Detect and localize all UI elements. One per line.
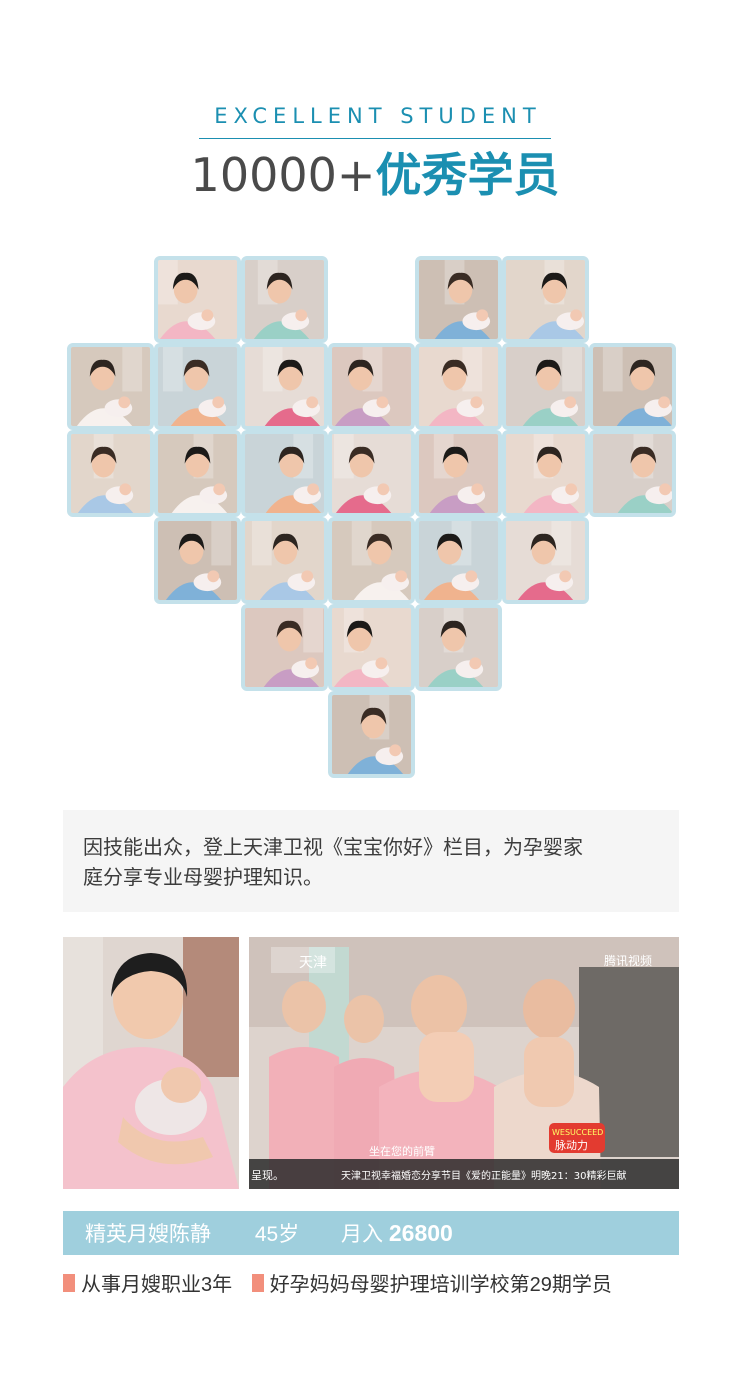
student-portrait-photo xyxy=(63,937,239,1189)
income-value: 26800 xyxy=(388,1220,453,1246)
student-photo-tile xyxy=(241,430,328,517)
student-photo-tile xyxy=(589,430,676,517)
student-name: 精英月嫂陈静 xyxy=(85,1223,211,1246)
student-photo-tile xyxy=(67,430,154,517)
video-watermark: 腾讯视频 xyxy=(604,953,652,968)
student-photo-tile xyxy=(154,343,241,430)
student-photo-tile xyxy=(415,604,502,691)
student-income: 月入 26800 xyxy=(341,1211,453,1257)
income-label: 月入 xyxy=(341,1223,384,1246)
tag-item: 好孕妈妈母婴护理培训学校第29期学员 xyxy=(251,1268,612,1297)
tv-ticker-left: 呈现。 xyxy=(251,1169,284,1182)
student-photo-tile xyxy=(241,343,328,430)
description-line-1: 因技能出众，登上天津卫视《宝宝你好》栏目，为孕婴家 xyxy=(83,837,583,859)
student-photo-tile xyxy=(328,604,415,691)
sponsor-badge: WESUCCEED xyxy=(552,1128,603,1137)
student-photo-tile xyxy=(154,517,241,604)
description-box: 因技能出众，登上天津卫视《宝宝你好》栏目，为孕婴家 庭分享专业母婴护理知识。 xyxy=(63,810,679,912)
tv-subtitle: 坐在您的前臂 xyxy=(369,1144,435,1158)
sponsor-text: 脉动力 xyxy=(555,1138,588,1152)
student-photo-tile xyxy=(415,256,502,343)
student-photo-tile xyxy=(415,517,502,604)
tv-channel-logo: 天津 xyxy=(299,955,327,971)
student-photo-tile xyxy=(328,430,415,517)
student-photo-tile xyxy=(154,256,241,343)
student-photo-tile xyxy=(328,343,415,430)
student-photo-tile xyxy=(241,256,328,343)
student-photo-tile xyxy=(67,343,154,430)
student-photo-tile xyxy=(328,691,415,778)
student-photo-tile xyxy=(241,517,328,604)
student-photo-heart xyxy=(0,0,750,800)
tv-show-screenshot: 天津 腾讯视频 WESUCCEED 脉动力 坐在您的前臂 呈现。 天津卫视幸福婚… xyxy=(249,937,679,1189)
student-age: 45岁 xyxy=(254,1223,300,1246)
tag-text: 好孕妈妈母婴护理培训学校第29期学员 xyxy=(269,1274,612,1296)
tag-marker xyxy=(251,1273,264,1292)
tag-marker xyxy=(63,1273,75,1292)
student-photo-tile xyxy=(589,343,676,430)
student-photo-tile xyxy=(502,256,589,343)
tv-ticker: 天津卫视幸福婚恋分享节目《爱的正能量》明晚21：30精彩巨献 xyxy=(341,1169,626,1182)
student-tags: 从事月嫂职业3年 好孕妈妈母婴护理培训学校第29期学员 xyxy=(63,1268,703,1298)
student-photo-tile xyxy=(502,430,589,517)
student-photo-tile xyxy=(328,517,415,604)
tag-item: 从事月嫂职业3年 xyxy=(63,1268,232,1297)
student-info-bar: 精英月嫂陈静 45岁 月入 26800 xyxy=(63,1211,679,1255)
student-photo-tile xyxy=(241,604,328,691)
student-photo-tile xyxy=(502,517,589,604)
student-photo-tile xyxy=(415,343,502,430)
student-photo-tile xyxy=(154,430,241,517)
student-photo-tile xyxy=(502,343,589,430)
tag-text: 从事月嫂职业3年 xyxy=(81,1274,233,1296)
description-line-2: 庭分享专业母婴护理知识。 xyxy=(83,867,323,889)
student-photo-tile xyxy=(415,430,502,517)
